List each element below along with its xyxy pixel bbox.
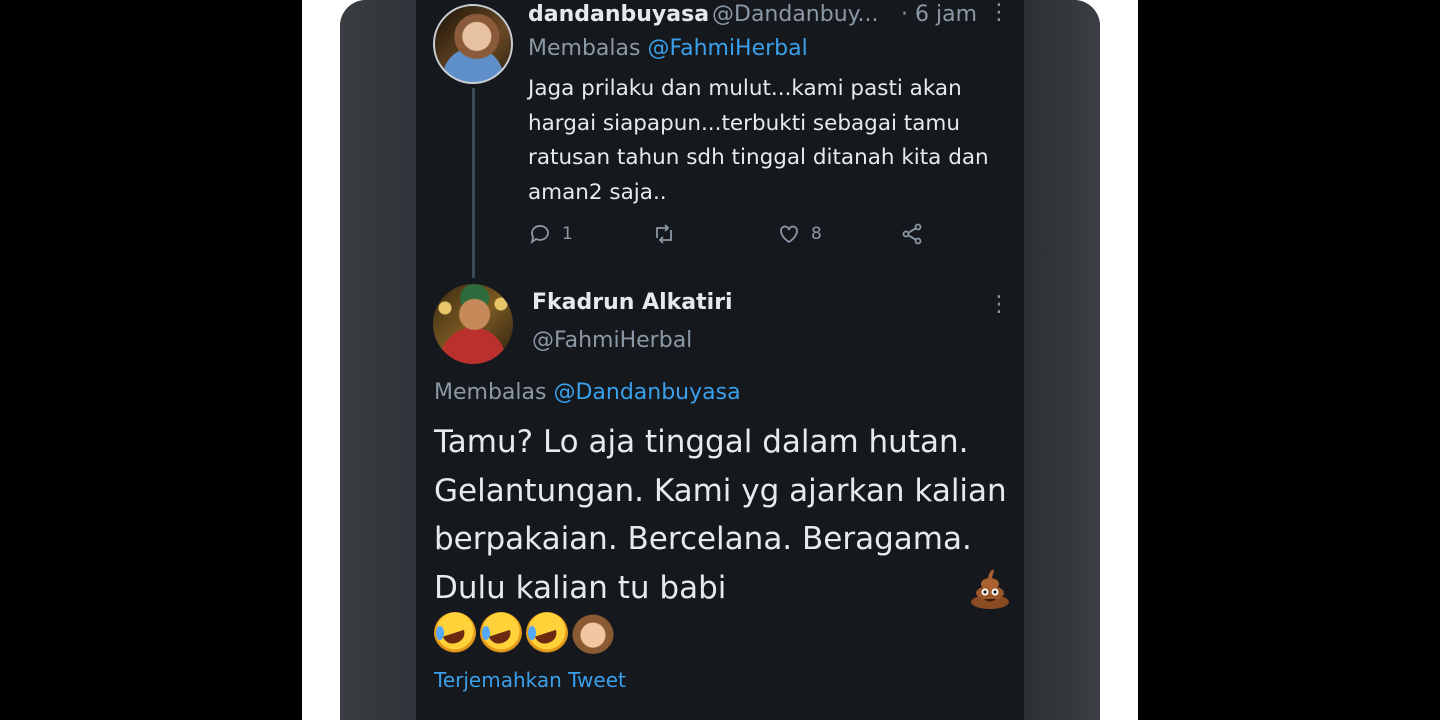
like-count: 8 — [811, 224, 822, 244]
rolling-laughing-emoji — [434, 612, 476, 654]
retweet-button[interactable] — [652, 222, 686, 246]
tweet1-text: Jaga prilaku dan mulut...kami pasti akan… — [528, 76, 989, 205]
phone-screen-frame: dandanbuyasa @Dandanbuy... · 6 jam ⋮ Mem… — [340, 0, 1100, 720]
like-icon — [780, 225, 798, 244]
translate-tweet-link[interactable]: Terjemahkan Tweet — [434, 668, 626, 692]
share-icon — [902, 223, 922, 245]
tweet2-replying-to: Membalas @Dandanbuyasa — [434, 380, 741, 405]
tweet2-more-icon[interactable]: ⋮ — [988, 292, 1010, 317]
tweet2-text: Tamu? Lo aja tinggal dalam hutan. Gelant… — [434, 424, 1007, 606]
screen-edge-right — [1024, 0, 1100, 720]
screen-edge-left — [340, 0, 416, 720]
tweet1-more-icon[interactable]: ⋮ — [988, 0, 1010, 25]
tweet1-author-handle[interactable]: @Dandanbuy... — [712, 2, 879, 27]
replying-to-label: Membalas — [528, 36, 648, 61]
tweet1-author-name[interactable]: dandanbuyasa — [528, 2, 709, 27]
mention-link[interactable]: @FahmiHerbal — [647, 36, 807, 61]
reply-icon — [530, 225, 549, 245]
tweet2-author-handle[interactable]: @FahmiHerbal — [532, 328, 692, 353]
tweet1-action-bar: 1 8 — [528, 222, 1008, 252]
retweet-icon — [656, 224, 672, 244]
tweet1-replying-to: Membalas @FahmiHerbal — [528, 36, 808, 61]
reply-button[interactable]: 1 — [528, 222, 573, 246]
see-no-evil-monkey-emoji — [572, 612, 614, 654]
avatar-fkadrun-alkatiri[interactable] — [433, 284, 513, 364]
avatar-dandanbuyasa[interactable] — [433, 4, 513, 84]
pile-of-poo-emoji — [971, 569, 1009, 609]
share-button[interactable] — [900, 222, 924, 246]
rolling-laughing-emoji — [480, 612, 522, 654]
like-button[interactable]: 8 — [777, 222, 822, 246]
tweet-thread: dandanbuyasa @Dandanbuy... · 6 jam ⋮ Mem… — [416, 0, 1024, 720]
tweet2-author-name[interactable]: Fkadrun Alkatiri — [532, 290, 733, 315]
emoji-row — [434, 612, 614, 654]
thread-connector-line — [472, 88, 475, 278]
reply-count: 1 — [562, 224, 573, 244]
replying-to-label: Membalas — [434, 380, 554, 405]
rolling-laughing-emoji — [526, 612, 568, 654]
tweet1-timestamp[interactable]: · 6 jam — [901, 2, 977, 27]
mention-link[interactable]: @Dandanbuyasa — [553, 380, 740, 405]
